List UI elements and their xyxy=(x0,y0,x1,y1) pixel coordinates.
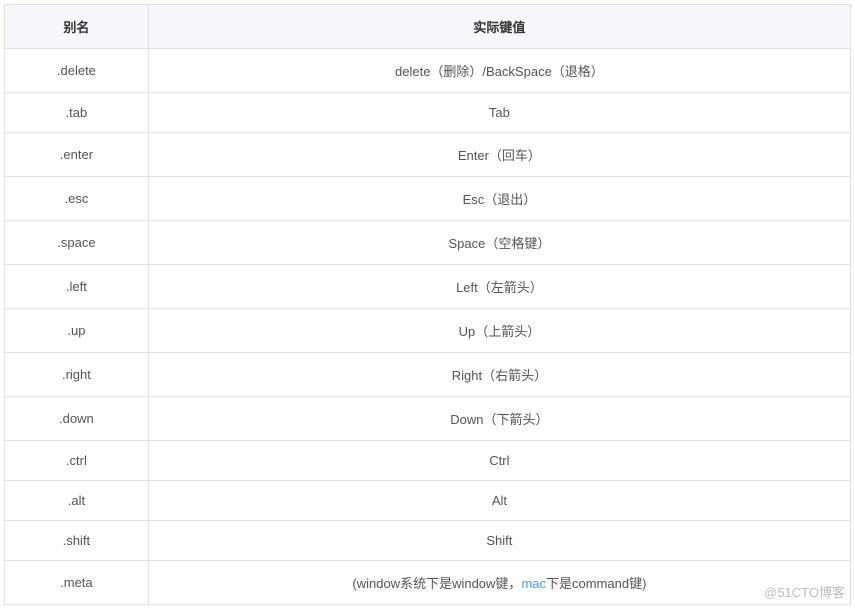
cell-value: Tab xyxy=(148,93,850,133)
table-row: .rightRight（右箭头） xyxy=(5,353,851,397)
cell-value: Alt xyxy=(148,481,850,521)
key-alias-table: 别名 实际键值 .deletedelete（删除）/BackSpace（退格）.… xyxy=(4,4,851,605)
table-header-row: 别名 实际键值 xyxy=(5,5,851,49)
meta-link[interactable]: mac xyxy=(521,576,546,591)
cell-value: Shift xyxy=(148,521,850,561)
cell-value: Down（下箭头） xyxy=(148,397,850,441)
cell-value: Ctrl xyxy=(148,441,850,481)
table-row: .leftLeft（左箭头） xyxy=(5,265,851,309)
cell-alias: .alt xyxy=(5,481,149,521)
cell-value: Esc（退出） xyxy=(148,177,850,221)
meta-prefix: (window系统下是window键， xyxy=(352,576,521,591)
cell-alias: .ctrl xyxy=(5,441,149,481)
table-row: .spaceSpace（空格键） xyxy=(5,221,851,265)
cell-alias: .up xyxy=(5,309,149,353)
table-row: .tabTab xyxy=(5,93,851,133)
cell-alias: .tab xyxy=(5,93,149,133)
cell-alias: .down xyxy=(5,397,149,441)
cell-value: (window系统下是window键，mac下是command键) xyxy=(148,561,850,605)
cell-value: Space（空格键） xyxy=(148,221,850,265)
header-alias: 别名 xyxy=(5,5,149,49)
table-row: .ctrlCtrl xyxy=(5,441,851,481)
table-row: .meta(window系统下是window键，mac下是command键) xyxy=(5,561,851,605)
cell-alias: .right xyxy=(5,353,149,397)
cell-alias: .left xyxy=(5,265,149,309)
header-value: 实际键值 xyxy=(148,5,850,49)
cell-value: Right（右箭头） xyxy=(148,353,850,397)
cell-alias: .meta xyxy=(5,561,149,605)
cell-alias: .space xyxy=(5,221,149,265)
cell-value: Left（左箭头） xyxy=(148,265,850,309)
table-row: .downDown（下箭头） xyxy=(5,397,851,441)
cell-value: Enter（回车） xyxy=(148,133,850,177)
table-row: .shiftShift xyxy=(5,521,851,561)
cell-alias: .enter xyxy=(5,133,149,177)
cell-alias: .shift xyxy=(5,521,149,561)
cell-alias: .esc xyxy=(5,177,149,221)
cell-alias: .delete xyxy=(5,49,149,93)
table-row: .upUp（上箭头） xyxy=(5,309,851,353)
cell-value: delete（删除）/BackSpace（退格） xyxy=(148,49,850,93)
table-row: .deletedelete（删除）/BackSpace（退格） xyxy=(5,49,851,93)
table-row: .escEsc（退出） xyxy=(5,177,851,221)
cell-value: Up（上箭头） xyxy=(148,309,850,353)
table-row: .enterEnter（回车） xyxy=(5,133,851,177)
meta-suffix: 下是command键) xyxy=(546,576,646,591)
table-row: .altAlt xyxy=(5,481,851,521)
